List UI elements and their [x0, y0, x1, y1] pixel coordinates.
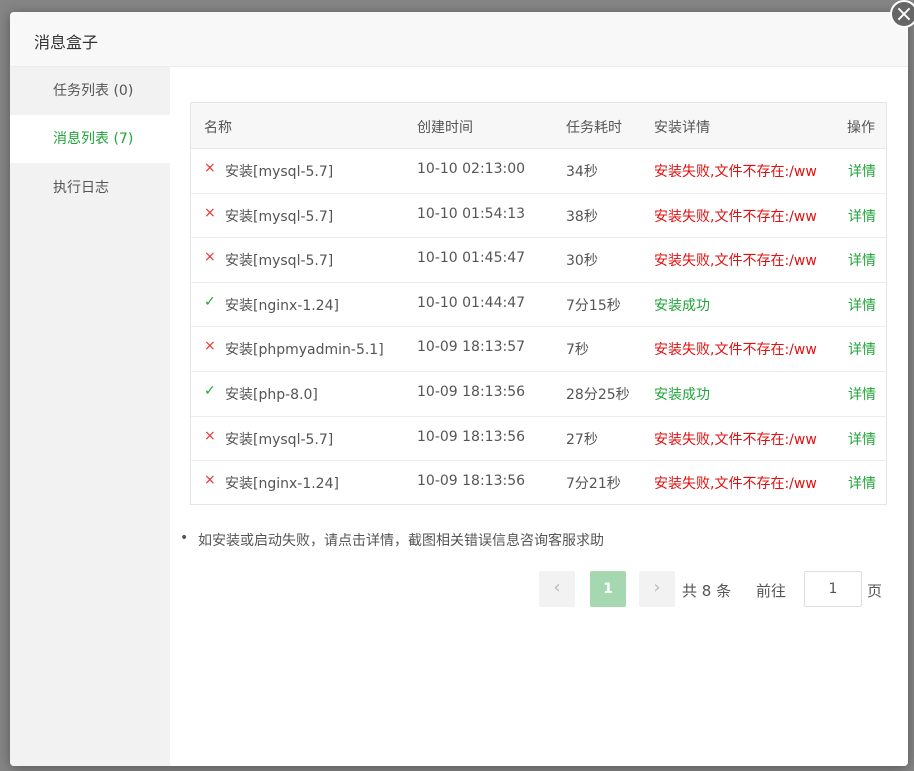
- task-duration: 27秒: [566, 431, 598, 448]
- dialog-title: 消息盒子: [34, 33, 99, 52]
- created-time: 10-09 18:13:56: [417, 384, 526, 400]
- sidebar-item-label: 消息列表 (7): [53, 131, 134, 147]
- table-row: ✓ 安装[nginx-1.24] 10-10 01:44:47 7分15秒 安装成功 详情: [191, 282, 886, 328]
- created-time: 10-10 01:45:47: [417, 250, 526, 267]
- check-icon: ✓: [204, 293, 216, 310]
- install-detail: 安装成功: [654, 297, 710, 314]
- sidebar-item-execution-log[interactable]: 执行日志: [10, 164, 170, 212]
- table-row: × 安装[mysql-5.7] 10-10 02:13:00 34秒 安装失败,文件不存…: [191, 148, 886, 194]
- prev-page-button[interactable]: ‹: [539, 571, 575, 607]
- message-table: 名称 创建时间 任务耗时 安装详情 操作 × 安装[mysql-5.7] 10-10…: [190, 102, 887, 505]
- detail-link[interactable]: 详情: [848, 295, 876, 315]
- created-time: 10-10 02:13:00: [417, 161, 526, 177]
- sidebar-item-message-list[interactable]: 消息列表 (7): [10, 115, 170, 163]
- message-box-dialog: 消息盒子 任务列表 (0) 消息列表 (7) 执行日志 名称 创建时间 任务耗时…: [10, 12, 908, 766]
- table-row: × 安装[mysql-5.7] 10-10 01:54:13 38秒 安装失败,文件不存…: [191, 193, 886, 239]
- close-icon: ×: [894, 2, 914, 27]
- install-detail: 安装成功: [654, 387, 710, 403]
- table-row: × 安装[phpmyadmin-5.1] 10-09 18:13:57 7秒 安装失败,…: [191, 326, 886, 372]
- column-header-install-detail: 安装详情: [654, 120, 710, 136]
- install-detail: 安装失败,文件不存在:/ww: [654, 253, 817, 270]
- sidebar-item-label: 任务列表 (0): [53, 83, 134, 99]
- task-duration: 30秒: [566, 253, 598, 270]
- detail-link[interactable]: 详情: [848, 384, 876, 404]
- close-dialog-button[interactable]: ×: [890, 0, 914, 28]
- check-icon: ✓: [204, 383, 216, 399]
- detail-link[interactable]: 详情: [848, 473, 876, 493]
- column-header-duration: 任务耗时: [566, 120, 622, 136]
- install-detail: 安装失败,文件不存在:/ww: [654, 208, 817, 225]
- task-name: 安装[mysql-5.7]: [225, 164, 334, 180]
- task-duration: 34秒: [566, 164, 598, 180]
- task-duration: 38秒: [566, 208, 598, 225]
- detail-link[interactable]: 详情: [848, 339, 876, 359]
- task-name: 安装[mysql-5.7]: [225, 253, 334, 270]
- task-duration: 28分25秒: [566, 387, 630, 403]
- goto-suffix-text: 页: [867, 582, 883, 600]
- task-duration: 7分21秒: [566, 476, 621, 493]
- goto-prefix-text: 前往: [756, 582, 787, 600]
- install-detail: 安装失败,文件不存在:/ww: [654, 164, 817, 180]
- message-list-panel: 名称 创建时间 任务耗时 安装详情 操作 × 安装[mysql-5.7] 10-10…: [170, 67, 908, 766]
- cross-icon: ×: [204, 160, 216, 176]
- task-name: 安装[nginx-1.24]: [225, 476, 339, 493]
- chevron-right-icon: ›: [653, 577, 661, 598]
- created-time: 10-10 01:44:47: [417, 294, 526, 311]
- sidebar-item-task-list[interactable]: 任务列表 (0): [10, 67, 170, 115]
- cross-icon: ×: [204, 204, 216, 221]
- install-detail: 安装失败,文件不存在:/ww: [654, 476, 817, 493]
- bullet-icon: •: [180, 530, 189, 546]
- column-header-name: 名称: [204, 120, 232, 136]
- next-page-button[interactable]: ›: [639, 571, 675, 607]
- table-row: × 安装[mysql-5.7] 10-10 01:45:47 30秒 安装失败,文件不存…: [191, 237, 886, 283]
- task-name: 安装[php-8.0]: [225, 387, 318, 403]
- detail-link[interactable]: 详情: [848, 250, 876, 270]
- task-name: 安装[mysql-5.7]: [225, 208, 334, 225]
- cross-icon: ×: [204, 472, 216, 489]
- dialog-header: 消息盒子: [10, 12, 908, 67]
- created-time: 10-09 18:13:56: [417, 473, 526, 490]
- column-header-actions: 操作: [847, 120, 875, 136]
- column-header-created-time: 创建时间: [417, 120, 473, 136]
- cross-icon: ×: [204, 249, 216, 266]
- detail-link[interactable]: 详情: [848, 206, 876, 226]
- task-duration: 7秒: [566, 342, 589, 359]
- cross-icon: ×: [204, 338, 216, 355]
- install-detail: 安装失败,文件不存在:/ww: [654, 431, 817, 448]
- install-detail: 安装失败,文件不存在:/ww: [654, 342, 817, 359]
- table-row: × 安装[nginx-1.24] 10-09 18:13:56 7分21秒 安装失败,文…: [191, 460, 886, 504]
- goto-page-input[interactable]: [804, 571, 862, 607]
- task-name: 安装[nginx-1.24]: [225, 297, 339, 314]
- task-name: 安装[phpmyadmin-5.1]: [225, 342, 384, 359]
- page-button-current[interactable]: 1: [590, 571, 626, 607]
- task-duration: 7分15秒: [566, 297, 621, 314]
- detail-link[interactable]: 详情: [848, 429, 876, 449]
- help-note: • 如安装或启动失败，请点击详情，截图相关错误信息咨询客服求助: [180, 530, 604, 550]
- total-count-text: 共 8 条: [682, 582, 732, 600]
- dialog-sidebar: 任务列表 (0) 消息列表 (7) 执行日志: [10, 67, 170, 766]
- table-row: ✓ 安装[php-8.0] 10-09 18:13:56 28分25秒 安装成功 详情: [191, 371, 886, 417]
- table-header: 名称 创建时间 任务耗时 安装详情 操作: [191, 103, 886, 149]
- chevron-left-icon: ‹: [553, 577, 561, 598]
- task-name: 安装[mysql-5.7]: [225, 431, 334, 448]
- created-time: 10-10 01:54:13: [417, 205, 526, 222]
- sidebar-item-label: 执行日志: [53, 180, 109, 196]
- created-time: 10-09 18:13:57: [417, 339, 526, 356]
- help-note-text: 如安装或启动失败，请点击详情，截图相关错误信息咨询客服求助: [198, 533, 604, 549]
- created-time: 10-09 18:13:56: [417, 428, 526, 445]
- detail-link[interactable]: 详情: [848, 161, 876, 181]
- cross-icon: ×: [204, 427, 216, 444]
- table-row: × 安装[mysql-5.7] 10-09 18:13:56 27秒 安装失败,文件不存…: [191, 416, 886, 462]
